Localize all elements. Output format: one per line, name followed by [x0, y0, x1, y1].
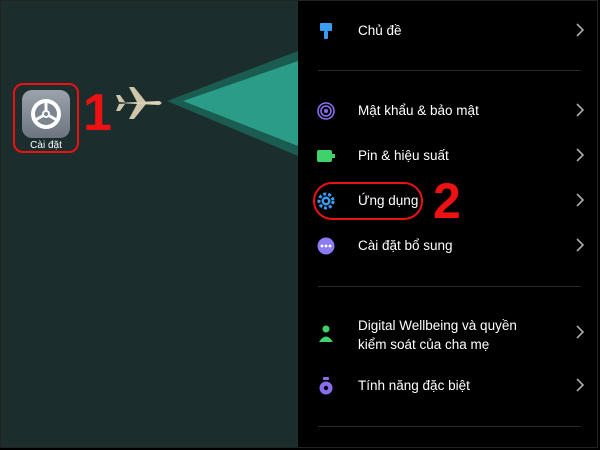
highlight-circle-step-2: [313, 182, 423, 220]
special-features-icon: [317, 377, 335, 395]
chevron-right-icon: [575, 147, 585, 168]
screenshot-frame: Cài đặt 1 Chủ đề Mật khẩu & bảo mật Pin …: [0, 0, 598, 448]
settings-item-label: Chủ đề: [358, 23, 402, 38]
chevron-right-icon: [575, 237, 585, 258]
settings-item-label: Tính năng đặc biệt: [358, 378, 470, 393]
step-number-2: 2: [433, 173, 461, 229]
settings-item-label: Digital Wellbeing và quyền kiểm soát của…: [358, 318, 517, 352]
chevron-right-icon: [575, 192, 585, 213]
more-icon: [317, 237, 335, 255]
battery-icon: [317, 147, 335, 165]
airplane-icon: [116, 87, 162, 119]
chevron-right-icon: [575, 324, 585, 345]
wellbeing-icon: [317, 325, 335, 343]
settings-item-password-security[interactable]: Mật khẩu & bảo mật: [298, 90, 597, 132]
brush-icon: [317, 22, 335, 40]
settings-item-digital-wellbeing[interactable]: Digital Wellbeing và quyền kiểm soát của…: [298, 312, 597, 354]
settings-item-additional[interactable]: Cài đặt bổ sung: [298, 225, 597, 267]
divider: [318, 70, 581, 71]
settings-item-label: Pin & hiệu suất: [358, 148, 449, 163]
settings-item-battery-performance[interactable]: Pin & hiệu suất: [298, 135, 597, 177]
settings-item-label: Cài đặt bổ sung: [358, 238, 453, 253]
pointer-arrow-icon: [167, 51, 298, 156]
step-number-1: 1: [83, 84, 112, 142]
chevron-right-icon: [575, 102, 585, 123]
divider: [318, 286, 581, 287]
settings-item-special-features[interactable]: Tính năng đặc biệt: [298, 365, 597, 407]
settings-item-theme[interactable]: Chủ đề: [298, 10, 597, 52]
chevron-right-icon: [575, 377, 585, 398]
home-screen: Cài đặt 1: [1, 1, 298, 447]
highlight-circle-step-1: [13, 83, 79, 153]
settings-item-label: Mật khẩu & bảo mật: [358, 103, 479, 118]
divider: [318, 426, 581, 427]
fingerprint-icon: [317, 102, 335, 120]
chevron-right-icon: [575, 22, 585, 43]
